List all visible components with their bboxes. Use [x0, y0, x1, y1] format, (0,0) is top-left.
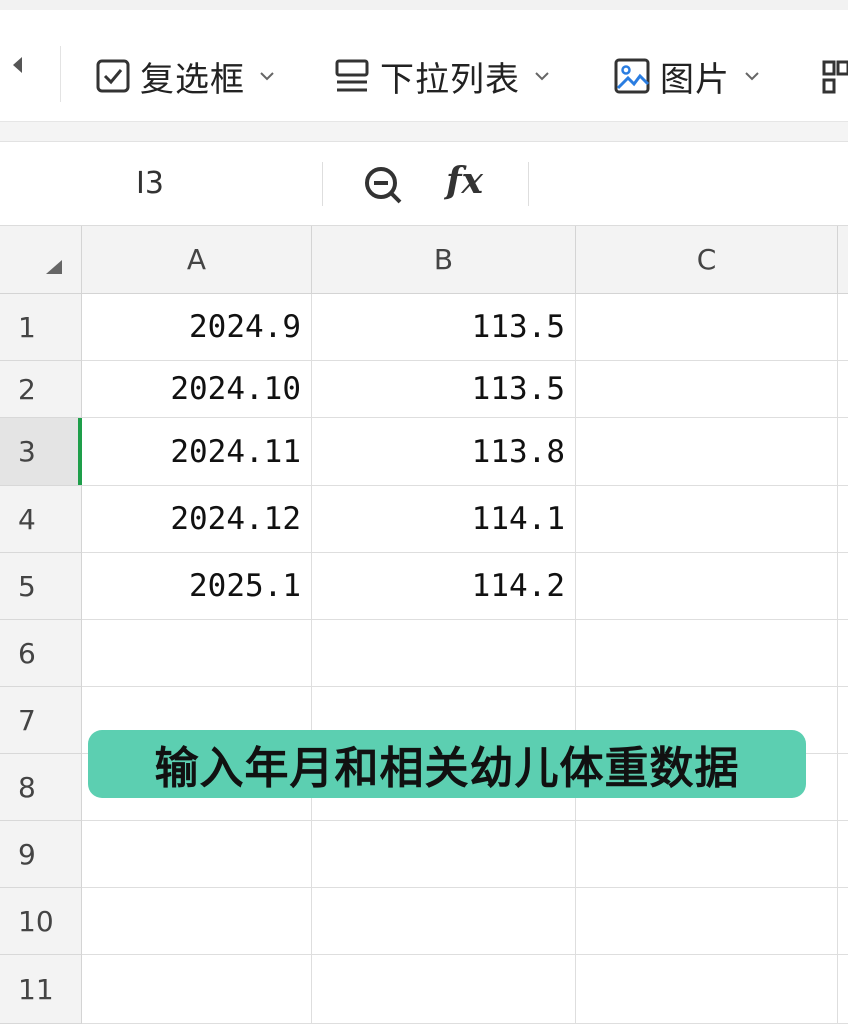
cell-d10[interactable]	[838, 888, 848, 955]
cell-b4[interactable]: 114.1	[312, 486, 576, 553]
image-icon	[614, 58, 650, 94]
column-header-b[interactable]: B	[312, 226, 576, 294]
cell-d11[interactable]	[838, 955, 848, 1024]
toolbar-divider	[0, 122, 848, 142]
dropdown-list-label: 下拉列表	[380, 59, 520, 100]
cell-d8[interactable]	[838, 754, 848, 821]
cell-b2[interactable]: 113.5	[312, 361, 576, 418]
fx-icon[interactable]: fx	[446, 160, 483, 202]
dropdown-list-icon	[335, 59, 369, 92]
cell-b1[interactable]: 113.5	[312, 294, 576, 361]
row-header-1[interactable]: 1	[0, 294, 82, 361]
cell-a1[interactable]: 2024.9	[82, 294, 312, 361]
row-header-3[interactable]: 3	[0, 418, 82, 486]
cell-a4[interactable]: 2024.12	[82, 486, 312, 553]
cell-c5[interactable]	[576, 553, 838, 620]
column-header-c[interactable]: C	[576, 226, 838, 294]
chevron-down-icon	[745, 72, 759, 81]
cell-c11[interactable]	[576, 955, 838, 1024]
cell-b5[interactable]: 114.2	[312, 553, 576, 620]
row-header-11[interactable]: 11	[0, 955, 82, 1024]
cell-d7[interactable]	[838, 687, 848, 754]
select-all-icon	[46, 260, 62, 274]
row-header-6[interactable]: 6	[0, 620, 82, 687]
row-header-2[interactable]: 2	[0, 361, 82, 418]
cell-d3[interactable]	[838, 418, 848, 486]
checkbox-icon	[96, 59, 130, 93]
checkbox-label: 复选框	[140, 59, 245, 100]
row-header-9[interactable]: 9	[0, 821, 82, 888]
cell-d6[interactable]	[838, 620, 848, 687]
formula-bar: I3 fx	[0, 142, 848, 226]
cell-b9[interactable]	[312, 821, 576, 888]
cell-d5[interactable]	[838, 553, 848, 620]
toolbar-separator	[60, 46, 61, 102]
row-header-5[interactable]: 5	[0, 553, 82, 620]
spreadsheet-grid: A B C 1 2024.9 113.5 2 2024.10 113.5 3 2024.11 1…	[0, 226, 848, 1024]
cell-c6[interactable]	[576, 620, 838, 687]
cell-a2[interactable]: 2024.10	[82, 361, 312, 418]
image-label: 图片	[660, 59, 730, 100]
cell-c4[interactable]	[576, 486, 838, 553]
toolbar: 复选框 下拉列表 图片	[0, 10, 848, 122]
name-box[interactable]: I3	[136, 166, 164, 201]
cell-b11[interactable]	[312, 955, 576, 1024]
chevron-down-icon	[260, 72, 274, 81]
cell-a9[interactable]	[82, 821, 312, 888]
cell-c3[interactable]	[576, 418, 838, 486]
caption-overlay: 输入年月和相关幼儿体重数据	[88, 730, 806, 798]
cell-d1[interactable]	[838, 294, 848, 361]
cell-b3[interactable]: 113.8	[312, 418, 576, 486]
cell-b10[interactable]	[312, 888, 576, 955]
cell-d2[interactable]	[838, 361, 848, 418]
select-all-corner[interactable]	[0, 226, 82, 294]
column-header-a[interactable]: A	[82, 226, 312, 294]
cell-a10[interactable]	[82, 888, 312, 955]
cell-a6[interactable]	[82, 620, 312, 687]
row-header-10[interactable]: 10	[0, 888, 82, 955]
column-header-d[interactable]	[838, 226, 848, 294]
image-button[interactable]: 图片	[614, 46, 760, 106]
scroll-left-icon[interactable]	[10, 54, 24, 76]
cell-c1[interactable]	[576, 294, 838, 361]
more-tools-icon[interactable]	[822, 60, 848, 94]
zoom-out-icon[interactable]	[362, 164, 404, 206]
cell-a5[interactable]: 2025.1	[82, 553, 312, 620]
chevron-down-icon	[535, 72, 549, 81]
cell-a3[interactable]: 2024.11	[82, 418, 312, 486]
dropdown-list-button[interactable]: 下拉列表	[334, 46, 550, 106]
top-strip	[0, 0, 848, 10]
cell-b6[interactable]	[312, 620, 576, 687]
cell-d4[interactable]	[838, 486, 848, 553]
row-header-7[interactable]: 7	[0, 687, 82, 754]
cell-a11[interactable]	[82, 955, 312, 1024]
cell-c10[interactable]	[576, 888, 838, 955]
row-header-4[interactable]: 4	[0, 486, 82, 553]
cell-c9[interactable]	[576, 821, 838, 888]
checkbox-button[interactable]: 复选框	[96, 46, 275, 106]
row-header-8[interactable]: 8	[0, 754, 82, 821]
cell-c2[interactable]	[576, 361, 838, 418]
cell-d9[interactable]	[838, 821, 848, 888]
formula-separator	[322, 162, 323, 206]
formula-separator	[528, 162, 529, 206]
